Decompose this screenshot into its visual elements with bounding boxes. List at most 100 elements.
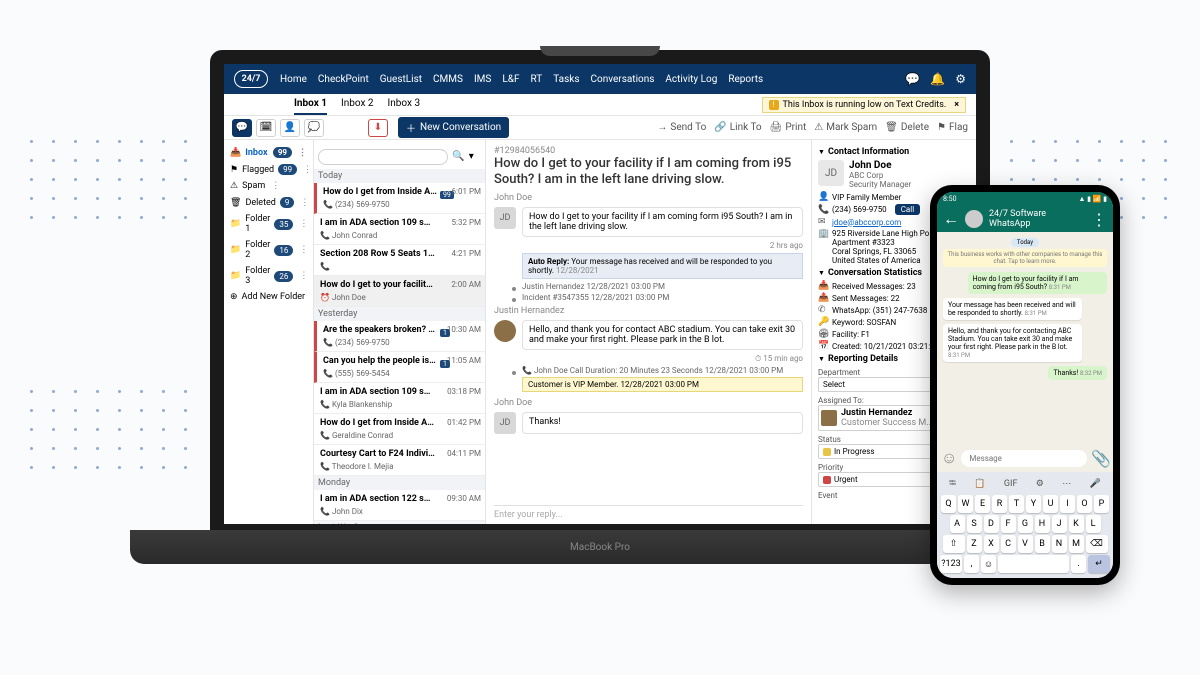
key[interactable]: L: [1086, 515, 1101, 533]
settings-icon[interactable]: ⚙: [1036, 479, 1044, 489]
flag-button[interactable]: ⚑ Flag: [937, 122, 968, 133]
search-input[interactable]: [318, 149, 448, 165]
add-folder-button[interactable]: ⊕ Add New Folder: [228, 289, 309, 305]
nav-guestlist[interactable]: GuestList: [380, 74, 422, 85]
nav-rt[interactable]: RT: [530, 74, 542, 85]
key[interactable]: W: [958, 495, 973, 513]
space-key[interactable]: [998, 555, 1069, 573]
attach-icon[interactable]: 📎: [1091, 449, 1111, 468]
sidebar-item[interactable]: 📁Folder 135⋮: [228, 211, 309, 237]
nav-reports[interactable]: Reports: [728, 74, 763, 85]
sidebar-item[interactable]: 📥Inbox99⋮: [228, 144, 309, 161]
nav-home[interactable]: Home: [280, 74, 307, 85]
chat-icon[interactable]: 💬: [905, 72, 920, 86]
folder-menu-icon[interactable]: ⋮: [299, 219, 308, 229]
inbox-tab[interactable]: Inbox 2: [341, 94, 374, 115]
nav-ims[interactable]: IMS: [474, 74, 491, 85]
key[interactable]: ⇧: [943, 535, 965, 553]
folder-menu-icon[interactable]: ⋮: [299, 245, 308, 255]
delete-button[interactable]: 🗑 Delete: [885, 122, 929, 133]
folder-menu-icon[interactable]: ⋮: [271, 181, 280, 191]
message-item[interactable]: Can you help the people is seats t...111…: [314, 352, 485, 383]
enter-key[interactable]: ↵: [1088, 555, 1110, 573]
key[interactable]: K: [1069, 515, 1084, 533]
key[interactable]: A: [950, 515, 965, 533]
gear-icon[interactable]: ⚙: [955, 72, 966, 86]
messages-icon[interactable]: 💬: [232, 119, 252, 137]
bell-icon[interactable]: 🔔: [930, 72, 945, 86]
sidebar-item[interactable]: 📁Folder 216⋮: [228, 237, 309, 263]
feedback-icon[interactable]: 💭: [304, 119, 324, 137]
message-input[interactable]: [961, 450, 1087, 467]
key[interactable]: P: [1094, 495, 1109, 513]
link-to-button[interactable]: 🔗 Link To: [714, 122, 761, 133]
key[interactable]: Z: [967, 535, 982, 553]
mic-icon[interactable]: 🎤: [1090, 479, 1101, 489]
key[interactable]: H: [1035, 515, 1050, 533]
key[interactable]: V: [1018, 535, 1033, 553]
contact-info-header[interactable]: Contact Information: [818, 147, 970, 157]
nav-activity-log[interactable]: Activity Log: [665, 74, 717, 85]
key[interactable]: U: [1043, 495, 1058, 513]
message-item[interactable]: I am in ADA section 122 seats 4 and...09…: [314, 490, 485, 521]
back-icon[interactable]: ←: [943, 209, 959, 229]
nav-cmms[interactable]: CMMS: [433, 74, 463, 85]
key[interactable]: I: [1060, 495, 1075, 513]
numeric-key[interactable]: ?123: [940, 555, 962, 573]
key[interactable]: Y: [1026, 495, 1041, 513]
message-item[interactable]: How do I get from Inside Arrowhead...01:…: [314, 414, 485, 445]
key[interactable]: N: [1052, 535, 1067, 553]
close-icon[interactable]: ×: [954, 100, 959, 110]
calendar-icon[interactable]: 🗓: [256, 119, 276, 137]
new-conversation-button[interactable]: ＋ New Conversation: [398, 117, 509, 138]
key[interactable]: B: [1035, 535, 1050, 553]
more-icon[interactable]: ⋮: [1091, 210, 1107, 229]
message-item[interactable]: I am in ADA section 109 seats 1 and 2 an…: [314, 214, 485, 245]
folder-menu-icon[interactable]: ⋮: [299, 271, 308, 281]
sidebar-item[interactable]: ⚑Flagged99⋮: [228, 161, 309, 178]
key[interactable]: G: [1018, 515, 1033, 533]
emoji-key[interactable]: ☺: [981, 555, 996, 573]
message-item[interactable]: Section 208 Row 5 Seats 14 thru 19 all v…: [314, 245, 485, 276]
key[interactable]: S: [967, 515, 982, 533]
message-item[interactable]: Are the speakers broken? Can not...110:3…: [314, 321, 485, 352]
key[interactable]: Q: [941, 495, 956, 513]
alert-filter-icon[interactable]: ⬇: [368, 119, 388, 137]
sidebar-item[interactable]: 📁Folder 326⋮: [228, 263, 309, 289]
message-item[interactable]: Courtesy Cart to F24 Individual is highl…: [314, 445, 485, 476]
sidebar-item[interactable]: 🗑Deleted9⋮: [228, 194, 309, 211]
key[interactable]: D: [984, 515, 999, 533]
message-item[interactable]: How do I get from Inside Arrowhead...996…: [314, 183, 485, 214]
tab-icon[interactable]: ⭾: [949, 476, 956, 492]
key[interactable]: M: [1069, 535, 1084, 553]
filter-icon[interactable]: ▾: [469, 151, 474, 162]
send-to-button[interactable]: → Send To: [657, 122, 706, 133]
user-icon[interactable]: 👤: [280, 119, 300, 137]
inbox-tab[interactable]: Inbox 3: [388, 94, 421, 115]
key[interactable]: T: [1009, 495, 1024, 513]
key[interactable]: ⌫: [1086, 535, 1108, 553]
nav-tasks[interactable]: Tasks: [553, 74, 579, 85]
key[interactable]: J: [1052, 515, 1067, 533]
mark-spam-button[interactable]: ⚠ Mark Spam: [814, 122, 877, 133]
message-item[interactable]: I am in ADA section 109 seats 1 and...03…: [314, 383, 485, 414]
emoji-icon[interactable]: ☺: [941, 448, 957, 468]
sidebar-item[interactable]: ⚠Spam⋮: [228, 178, 309, 194]
chat-messages[interactable]: Today This business works with other com…: [937, 232, 1113, 444]
folder-menu-icon[interactable]: ⋮: [298, 148, 307, 158]
reply-input[interactable]: Enter your reply...: [494, 505, 803, 524]
search-icon[interactable]: 🔍: [452, 151, 464, 162]
key[interactable]: F: [1001, 515, 1016, 533]
nav-checkpoint[interactable]: CheckPoint: [318, 74, 369, 85]
key[interactable]: X: [984, 535, 999, 553]
inbox-tab[interactable]: Inbox 1: [294, 94, 327, 115]
folder-menu-icon[interactable]: ⋮: [300, 198, 309, 208]
key[interactable]: O: [1077, 495, 1092, 513]
email-link[interactable]: jdoe@abccorp.com: [832, 218, 901, 227]
message-item[interactable]: How do I get to your facility if I am co…: [314, 276, 485, 307]
call-button[interactable]: Call: [895, 204, 920, 215]
nav-conversations[interactable]: Conversations: [590, 74, 654, 85]
contact-avatar[interactable]: [965, 210, 983, 228]
key[interactable]: C: [1001, 535, 1016, 553]
key[interactable]: R: [992, 495, 1007, 513]
